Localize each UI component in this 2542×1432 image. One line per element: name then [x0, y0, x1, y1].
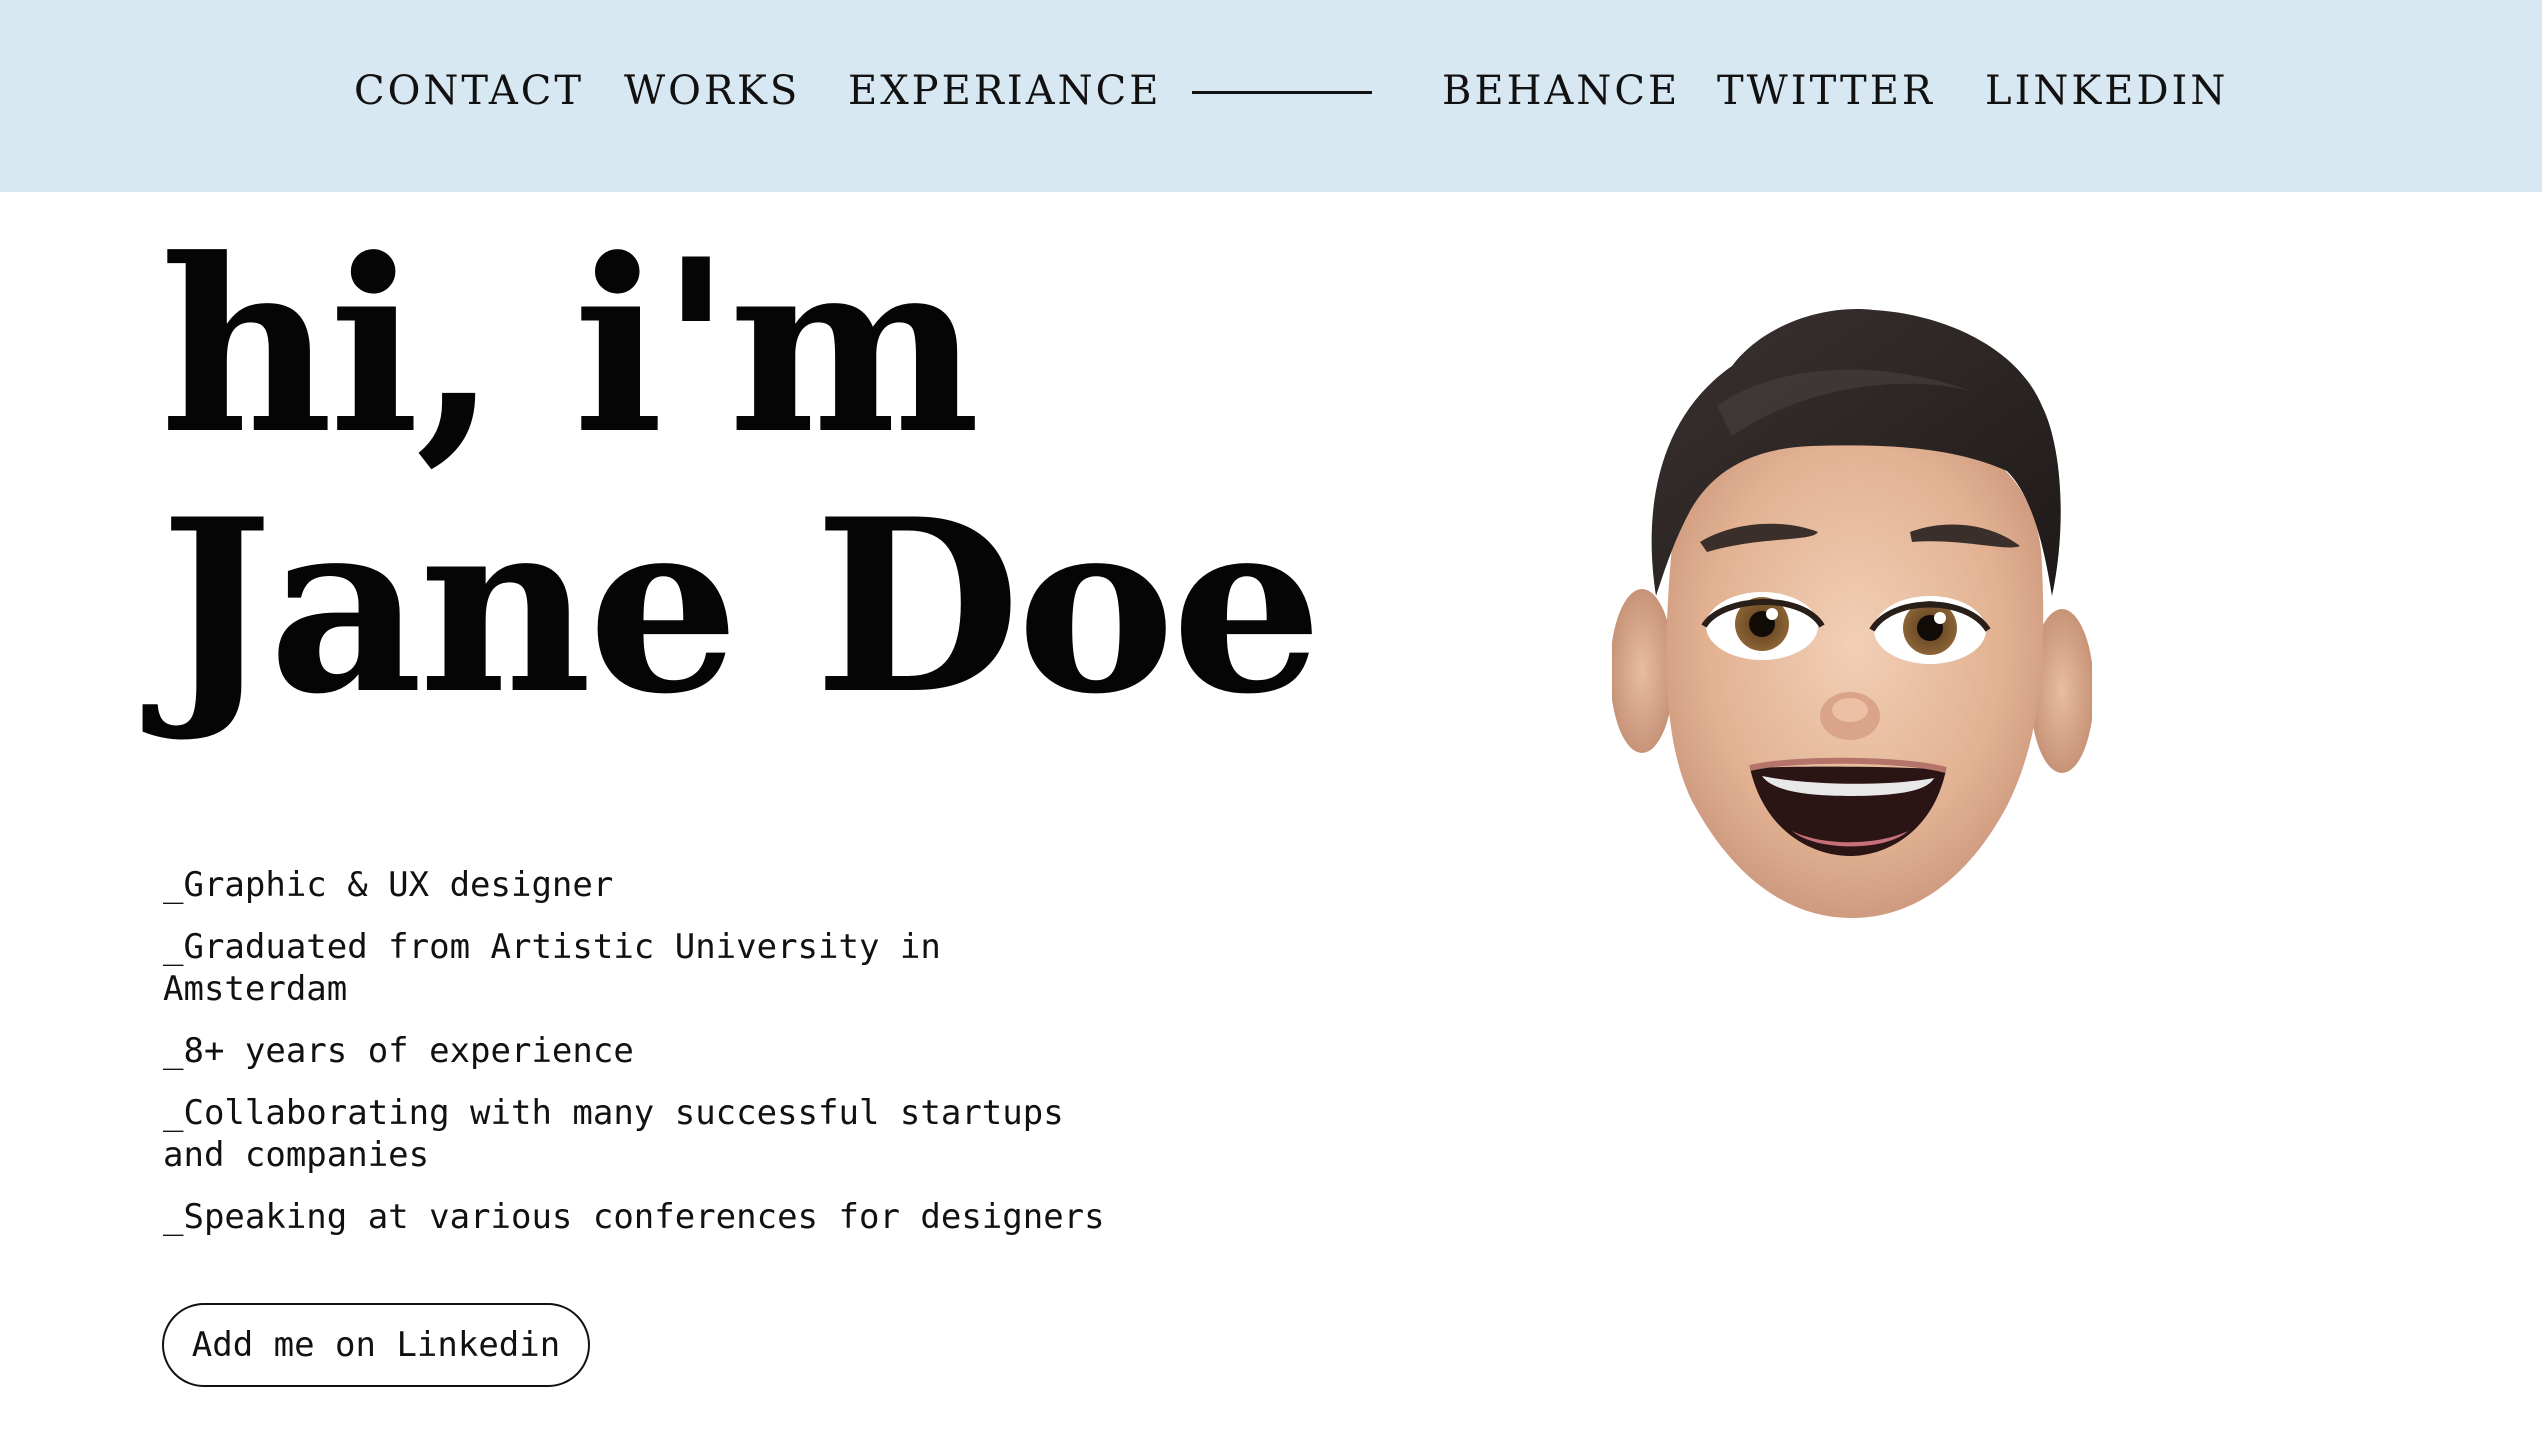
hero-greeting: hi, i'm — [160, 208, 980, 487]
hero-name: Jane Doe — [160, 468, 1323, 747]
bio-list: _Graphic & UX designer _Graduated from A… — [163, 864, 1123, 1258]
hero-heading: hi, i'm Jane Doe — [160, 208, 1323, 747]
nav-linkedin-link[interactable]: LINKEDIN — [1985, 58, 2228, 124]
nav-experiance-link[interactable]: EXPERIANCE — [848, 58, 1161, 124]
bio-item-experience: _8+ years of experience — [163, 1031, 634, 1071]
nav-behance-link[interactable]: BEHANCE — [1442, 58, 1680, 124]
bio-item-collaboration: _Collaborating with many successful star… — [163, 1093, 1064, 1175]
memoji-avatar-icon — [1610, 296, 2094, 928]
bio-item-role: _Graphic & UX designer — [163, 865, 614, 905]
bio-item-speaking: _Speaking at various conferences for des… — [163, 1197, 1105, 1237]
add-me-on-linkedin-button[interactable]: Add me on Linkedin — [162, 1303, 590, 1387]
bio-item-education: _Graduated from Artistic University in A… — [163, 927, 941, 1009]
nav-divider-line — [1192, 91, 1372, 94]
nav-works-link[interactable]: WORKS — [624, 58, 800, 124]
top-navigation-bar: CONTACT WORKS EXPERIANCE BEHANCE TWITTER… — [0, 0, 2542, 192]
nav-contact-link[interactable]: CONTACT — [354, 58, 584, 124]
nav-twitter-link[interactable]: TWITTER — [1717, 58, 1935, 124]
